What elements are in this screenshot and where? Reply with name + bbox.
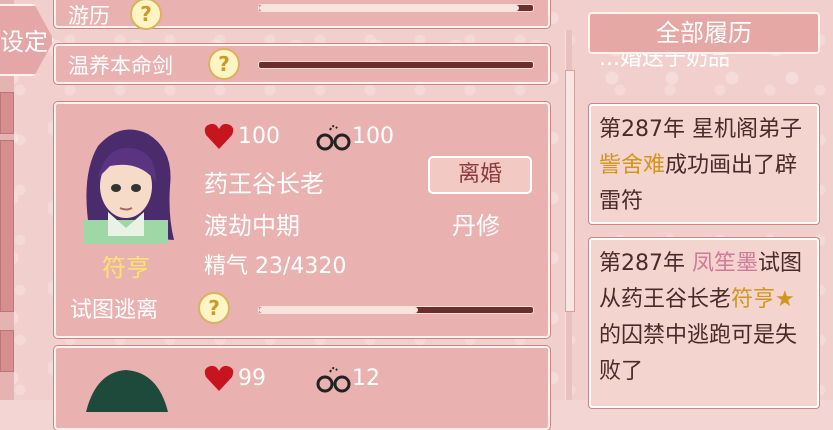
setting-tab-label: 设定 xyxy=(0,28,48,56)
question-icon[interactable]: ? xyxy=(208,48,240,80)
character-name[interactable]: 符亨 xyxy=(102,248,150,283)
activity-label: 温养本命剑 xyxy=(68,54,173,78)
activity-progress-bar xyxy=(258,4,534,12)
prisoner-card[interactable]: 符亨 100 100 药王谷长老 离婚 渡劫中期 丹修 精气 23/4320 试… xyxy=(54,102,550,338)
handcuffs-icon xyxy=(316,125,351,151)
history-entry-text: 第287年 星机阁弟子 xyxy=(599,117,802,142)
activity-progress-fill xyxy=(259,5,520,11)
history-entry-name: 訾舍难 xyxy=(599,153,666,178)
history-entry-text: 第287年 xyxy=(599,251,692,276)
activity-row-travel[interactable]: 游历 ? xyxy=(54,0,550,30)
activity-label: 游历 xyxy=(68,4,110,28)
history-entry-name: 符亨 xyxy=(731,287,776,312)
strip-block xyxy=(0,92,14,134)
heart-icon xyxy=(204,123,234,149)
question-icon[interactable]: ? xyxy=(198,292,230,324)
history-entry-text: ...婚送于奶品 xyxy=(599,54,730,71)
health-value: 99 xyxy=(238,366,266,391)
activity-progress-bar xyxy=(258,61,534,69)
all-history-label: 全部履历 xyxy=(656,19,752,47)
action-progress-fill xyxy=(259,307,418,313)
spirit-value: 23/4320 xyxy=(255,254,347,279)
action-progress-bar xyxy=(258,306,534,314)
heart-icon xyxy=(204,365,234,391)
list-scrollbar-thumb[interactable] xyxy=(565,70,575,312)
spirit-label: 精气 xyxy=(204,254,249,279)
strip-block xyxy=(0,330,14,372)
strip-block xyxy=(0,140,14,312)
restraint-value: 100 xyxy=(352,124,394,149)
history-entry: 第287年 凤笙墨试图从药王谷长老符亨★的囚禁中逃跑可是失败了 xyxy=(589,238,819,408)
history-entry-name: 凤笙墨 xyxy=(692,251,759,276)
spirit-stat: 精气 23/4320 xyxy=(204,248,346,280)
character-portrait xyxy=(84,129,174,244)
all-history-button[interactable]: 全部履历 xyxy=(588,12,820,54)
question-icon[interactable]: ? xyxy=(130,0,162,30)
prisoner-card[interactable]: 99 12 xyxy=(54,346,550,430)
star-icon: ★ xyxy=(775,287,795,312)
history-entry: 第287年 星机阁弟子訾舍难成功画出了辟雷符 xyxy=(589,104,819,224)
faction-role: 药王谷长老 xyxy=(204,170,324,198)
character-portrait xyxy=(86,370,168,412)
activity-row-sword[interactable]: 温养本命剑 ? xyxy=(54,44,550,84)
divorce-button-label: 离婚 xyxy=(457,162,502,187)
history-entry-text: 的囚禁中逃跑可是失败了 xyxy=(599,323,798,384)
cultivation-type: 丹修 xyxy=(452,212,500,240)
health-value: 100 xyxy=(238,124,280,149)
action-label: 试图逃离 xyxy=(70,298,159,323)
realm: 渡劫中期 xyxy=(204,212,300,240)
handcuffs-icon xyxy=(316,367,351,393)
divorce-button[interactable]: 离婚 xyxy=(428,156,532,194)
history-entry-partial: ...婚送于奶品 xyxy=(589,54,819,76)
restraint-value: 12 xyxy=(352,366,380,391)
